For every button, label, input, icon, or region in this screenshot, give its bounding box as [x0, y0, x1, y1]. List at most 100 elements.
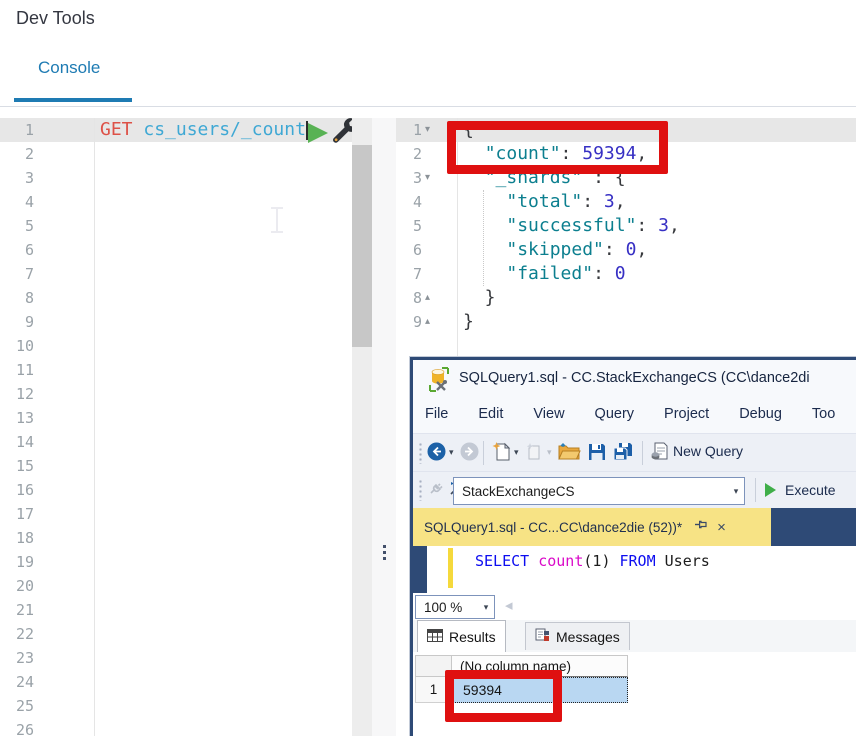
chevron-down-icon[interactable]: ▾ [728, 486, 744, 497]
line-number: 25 [0, 694, 34, 718]
line-number: 21 [0, 598, 34, 622]
request-editor[interactable]: GET cs_users/_count [100, 118, 306, 142]
line-number: 7 [396, 262, 422, 286]
line-number: 9 [0, 310, 34, 334]
document-tab-label: SQLQuery1.sql - CC...CC\dance2die (52))* [413, 520, 682, 535]
code-token: Users [656, 552, 710, 570]
chevron-down-icon[interactable]: ▾ [478, 602, 494, 613]
annotation-box-json-count [447, 121, 668, 174]
save-all-icon[interactable] [613, 442, 634, 466]
database-selector[interactable]: StackExchangeCS ▾ [453, 477, 745, 505]
line-number: 18 [0, 526, 34, 550]
new-query-icon[interactable] [651, 442, 668, 466]
gutter-row: 1▾ [396, 118, 441, 142]
document-tab-sqlquery1[interactable]: SQLQuery1.sql - CC...CC\dance2die (52))*… [413, 508, 771, 546]
fold-toggle-icon[interactable]: ▾ [422, 166, 441, 190]
messages-icon [535, 628, 550, 645]
fold-toggle-icon[interactable]: ▴ [422, 310, 441, 334]
tab-console-underline [14, 98, 132, 102]
open-folder-icon[interactable] [558, 443, 581, 465]
annotation-box-grid-count [445, 670, 562, 722]
page-title: Dev Tools [16, 8, 95, 29]
execute-button[interactable]: Execute [785, 482, 836, 498]
editor-status-row: 100 % ▾ ◂ [413, 593, 856, 620]
connect-icon [428, 480, 444, 501]
code-line: "failed": 0 [463, 262, 680, 286]
new-file-icon[interactable] [492, 441, 511, 467]
navigate-back-icon[interactable] [427, 442, 446, 466]
request-line-1[interactable]: GET cs_users/_count [100, 118, 306, 142]
line-number: 3 [0, 166, 34, 190]
code-token: cs_users/_count [143, 119, 306, 140]
ssms-menu-query[interactable]: Query [595, 406, 635, 422]
line-number: 17 [0, 502, 34, 526]
tab-messages-label: Messages [556, 629, 620, 645]
fold-spacer [422, 262, 441, 286]
request-scrollbar-thumb[interactable] [352, 145, 372, 347]
line-number: 5 [396, 214, 422, 238]
back-dropdown-icon[interactable]: ▾ [449, 447, 454, 458]
mouse-ibeam-cursor [271, 207, 283, 233]
close-icon[interactable]: × [717, 519, 726, 536]
header-divider [0, 106, 856, 107]
gutter-row: 9▴ [396, 310, 441, 334]
code-token: GET [100, 119, 143, 140]
fold-spacer [422, 142, 441, 166]
code-line: "total": 3, [463, 190, 680, 214]
code-line: } [463, 310, 680, 334]
line-number: 16 [0, 478, 34, 502]
gutter-row: 3▾ [396, 166, 441, 190]
changed-line-bar [448, 548, 453, 588]
sql-query-text[interactable]: SELECT count(1) FROM Users [475, 551, 710, 571]
toolbar-grip-icon[interactable] [418, 479, 424, 501]
ssms-menu-edit[interactable]: Edit [478, 406, 503, 422]
ssms-menu-debug[interactable]: Debug [739, 406, 782, 422]
gutter-row: 8▴ [396, 286, 441, 310]
pin-icon[interactable] [694, 518, 707, 536]
ssms-menu-too[interactable]: Too [812, 406, 835, 422]
add-item-dropdown-icon: ▾ [547, 447, 552, 458]
tab-results[interactable]: Results [417, 620, 506, 652]
line-number: 8 [396, 286, 422, 310]
toolbar-separator [483, 441, 484, 465]
sql-editor-frame: SELECT count(1) FROM Users [413, 546, 856, 593]
line-number: 6 [396, 238, 422, 262]
tab-console[interactable]: Console [38, 58, 100, 78]
scroll-left-icon[interactable]: ◂ [505, 596, 513, 614]
line-number: 15 [0, 454, 34, 478]
line-number: 4 [0, 190, 34, 214]
fold-toggle-icon[interactable]: ▴ [422, 286, 441, 310]
ssms-menu-view[interactable]: View [533, 406, 564, 422]
new-file-dropdown-icon[interactable]: ▾ [514, 447, 519, 458]
tab-messages[interactable]: Messages [525, 622, 630, 650]
send-request-play-icon[interactable] [308, 123, 328, 143]
toolbar-grip-icon[interactable] [418, 442, 424, 464]
fold-spacer [422, 214, 441, 238]
execute-play-icon[interactable] [765, 483, 776, 497]
ssms-document-tab-well: SQLQuery1.sql - CC...CC\dance2die (52))*… [413, 508, 856, 546]
line-number: 22 [0, 622, 34, 646]
code-line: "skipped": 0, [463, 238, 680, 262]
new-query-button[interactable]: New Query [673, 443, 743, 459]
ssms-sql-toolbar: StackExchangeCS ▾ Execute [413, 471, 856, 509]
save-icon[interactable] [588, 443, 606, 466]
line-number: 6 [0, 238, 34, 262]
ssms-menu-project[interactable]: Project [664, 406, 709, 422]
panel-resizer[interactable] [372, 118, 396, 736]
line-number: 24 [0, 670, 34, 694]
request-gutter-border [94, 118, 95, 736]
ssms-menu-bar: File Edit View Query Project Debug Too [425, 406, 835, 422]
gutter-row: 5 [396, 214, 441, 238]
line-number: 13 [0, 406, 34, 430]
fold-toggle-icon[interactable]: ▾ [422, 118, 441, 142]
code-token: ) [601, 552, 619, 570]
zoom-selector[interactable]: 100 % ▾ [415, 595, 495, 619]
line-number: 26 [0, 718, 34, 736]
code-token: FROM [620, 552, 656, 570]
ssms-menu-file[interactable]: File [425, 406, 448, 422]
fold-spacer [422, 238, 441, 262]
toolbar-separator [755, 478, 756, 502]
ssms-window-title: SQLQuery1.sql - CC.StackExchangeCS (CC\d… [459, 370, 810, 386]
code-token: count [538, 552, 583, 570]
gutter-row: 4 [396, 190, 441, 214]
